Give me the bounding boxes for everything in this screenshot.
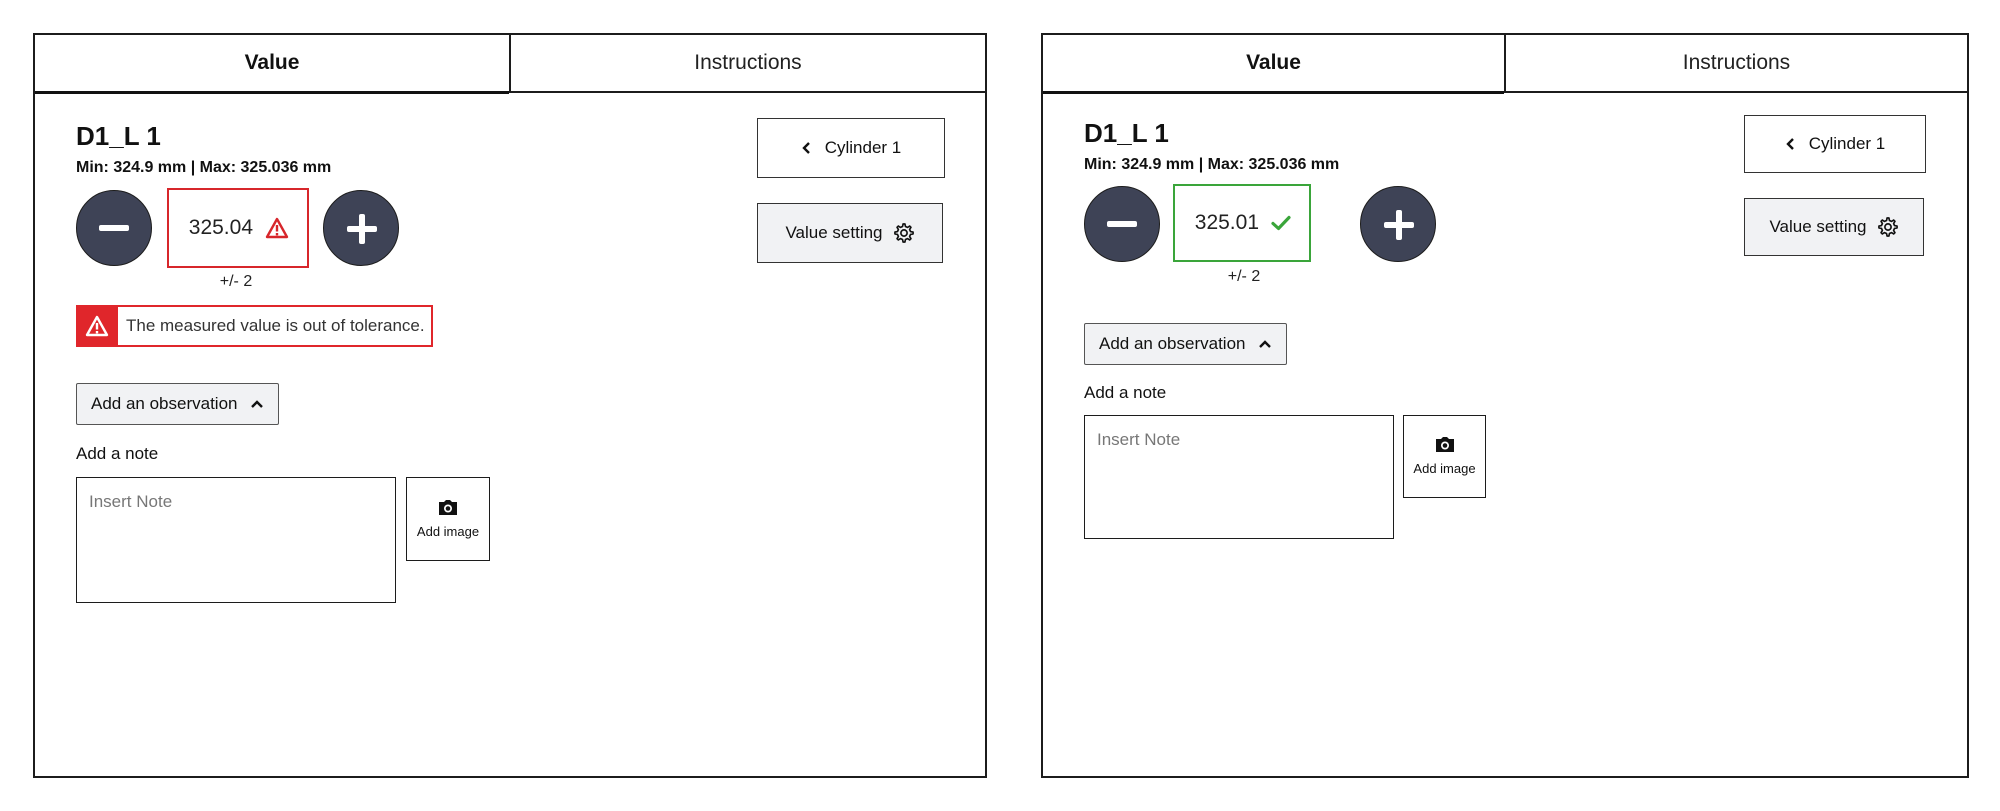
back-button-label: Cylinder 1 <box>824 138 902 157</box>
add-observation-button[interactable]: Add an observation <box>1084 323 1287 365</box>
characteristic-title: D1_L 1 <box>76 121 161 151</box>
measured-value: 325.04 <box>188 216 253 239</box>
add-image-button[interactable]: Add image <box>406 477 490 561</box>
tab-value[interactable]: Value <box>35 35 511 94</box>
add-observation-label: Add an observation <box>91 394 238 413</box>
add-observation-label: Add an observation <box>1099 334 1246 353</box>
note-label: Add a note <box>1084 383 1167 402</box>
measured-value: 325.01 <box>1194 211 1259 234</box>
characteristic-title: D1_L 1 <box>1084 118 1169 148</box>
check-icon <box>1271 215 1291 231</box>
decrement-button[interactable] <box>76 190 152 266</box>
error-message: The measured value is out of tolerance. <box>126 316 425 335</box>
minus-icon <box>1107 221 1137 227</box>
chevron-left-icon <box>802 142 810 154</box>
gear-icon <box>1877 217 1898 237</box>
increment-button[interactable] <box>1360 186 1436 262</box>
minus-icon <box>99 225 129 231</box>
back-button[interactable]: Cylinder 1 <box>1744 115 1926 173</box>
tab-instructions[interactable]: Instructions <box>511 35 985 91</box>
value-setting-button[interactable]: Value setting <box>757 203 943 263</box>
gear-icon <box>893 223 914 243</box>
add-image-button[interactable]: Add image <box>1403 415 1486 498</box>
add-observation-button[interactable]: Add an observation <box>76 383 279 425</box>
note-label: Add a note <box>76 444 159 463</box>
add-image-label: Add image <box>1413 461 1476 476</box>
measurement-panel-in-tolerance: Value Instructions D1_L 1 Min: 324.9 mm … <box>1041 33 1969 778</box>
measured-value-input[interactable]: 325.04 <box>167 188 309 268</box>
camera-icon <box>1435 437 1454 452</box>
tolerance-label: +/- 2 <box>219 273 253 290</box>
tab-value[interactable]: Value <box>1043 35 1506 94</box>
tolerance-label: +/- 2 <box>1227 268 1261 285</box>
tolerance-range: Min: 324.9 mm | Max: 325.036 mm <box>76 159 332 176</box>
add-image-label: Add image <box>416 523 480 539</box>
tab-instructions[interactable]: Instructions <box>1506 35 1967 91</box>
camera-icon <box>439 499 457 515</box>
value-stepper: 325.01 <box>1084 184 1564 264</box>
back-button-label: Cylinder 1 <box>1808 134 1886 153</box>
chevron-up-icon <box>250 400 263 408</box>
tab-bar: Value Instructions <box>35 35 985 94</box>
tolerance-range: Min: 324.9 mm | Max: 325.036 mm <box>1084 156 1340 173</box>
note-input[interactable]: Insert Note <box>76 477 396 603</box>
decrement-button[interactable] <box>1084 186 1160 262</box>
error-banner: The measured value is out of tolerance. <box>76 305 433 347</box>
value-setting-label: Value setting <box>1769 217 1867 236</box>
measured-value-input[interactable]: 325.01 <box>1173 184 1311 262</box>
chevron-up-icon <box>1258 340 1271 348</box>
note-input[interactable]: Insert Note <box>1084 415 1394 539</box>
value-stepper: 325.04 <box>76 188 556 268</box>
warning-icon <box>265 217 289 239</box>
increment-button[interactable] <box>323 190 399 266</box>
value-setting-button[interactable]: Value setting <box>1744 198 1924 256</box>
chevron-left-icon <box>1786 138 1794 150</box>
warning-icon <box>85 315 109 337</box>
back-button[interactable]: Cylinder 1 <box>757 118 945 178</box>
value-setting-label: Value setting <box>785 223 883 242</box>
tab-bar: Value Instructions <box>1043 35 1967 94</box>
measurement-panel-out-of-tolerance: Value Instructions D1_L 1 Min: 324.9 mm … <box>33 33 987 778</box>
